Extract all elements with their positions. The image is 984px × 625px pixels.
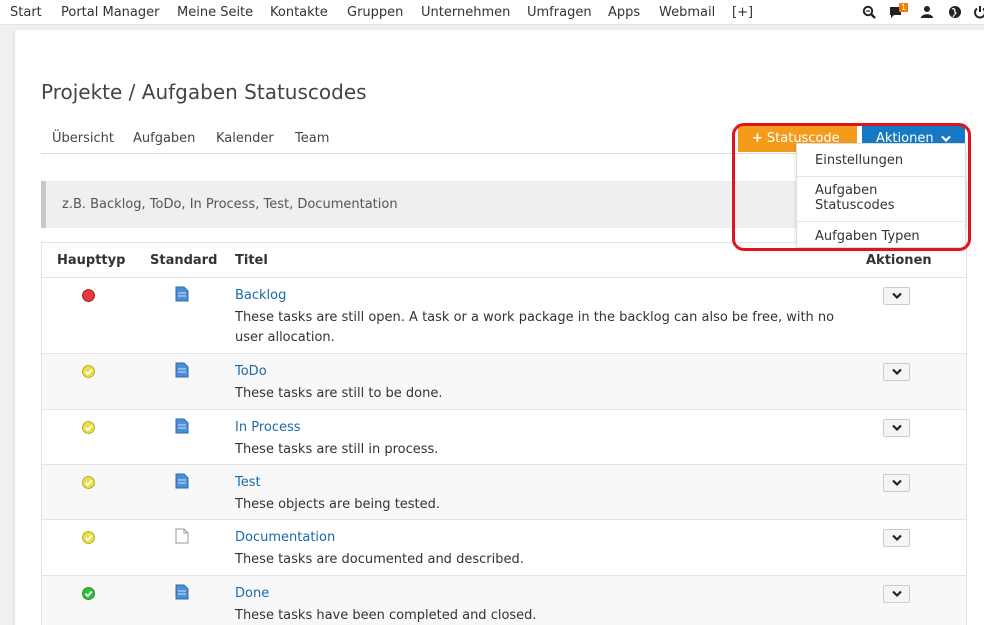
tab-aufgaben[interactable]: Aufgaben [133, 131, 195, 146]
row-actions-button[interactable] [883, 474, 910, 492]
status-title-link[interactable]: Documentation [235, 530, 335, 545]
row-actions-button[interactable] [883, 419, 910, 437]
tab-team[interactable]: Team [295, 131, 329, 146]
table-row: ToDo These tasks are still to be done. [42, 353, 966, 409]
tab-uebersicht[interactable]: Übersicht [52, 131, 114, 146]
status-title-link[interactable]: In Process [235, 420, 301, 435]
nav-portal-manager[interactable]: Portal Manager [61, 5, 159, 20]
nav-gruppen[interactable]: Gruppen [347, 5, 403, 20]
header-haupttyp: Haupttyp [57, 253, 126, 268]
chevron-down-icon [892, 590, 902, 598]
status-title-link[interactable]: Backlog [235, 288, 286, 303]
row-actions-button[interactable] [883, 529, 910, 547]
chevron-down-icon [892, 424, 902, 432]
table-row: Backlog These tasks are still open. A tas… [42, 277, 966, 353]
row-actions-button[interactable] [883, 287, 910, 305]
status-yellow-icon [82, 421, 95, 434]
table-row: In Process These tasks are still in proce… [42, 409, 966, 464]
nav-apps[interactable]: Apps [608, 5, 640, 20]
status-yellow-icon [82, 365, 95, 378]
status-description: These tasks are still open. A task or a … [235, 310, 835, 345]
status-yellow-icon [82, 531, 95, 544]
status-title-link[interactable]: ToDo [235, 364, 267, 379]
standard-document-icon[interactable] [175, 418, 189, 434]
header-titel: Titel [235, 253, 268, 268]
statuscode-table: Haupttyp Standard Titel Aktionen Backlog… [41, 242, 967, 625]
chevron-down-icon [892, 534, 902, 542]
chevron-down-icon [892, 479, 902, 487]
standard-document-icon[interactable] [175, 362, 189, 378]
nav-meine-seite[interactable]: Meine Seite [177, 5, 253, 20]
status-yellow-icon [82, 476, 95, 489]
row-actions-button[interactable] [883, 363, 910, 381]
globe-icon[interactable] [948, 5, 962, 19]
standard-document-icon[interactable] [175, 286, 189, 302]
user-icon[interactable] [920, 5, 934, 19]
standard-document-icon[interactable] [175, 584, 189, 600]
hint-text: z.B. Backlog, ToDo, In Process, Test, Do… [62, 197, 398, 212]
nav-add[interactable]: [+] [732, 5, 753, 20]
tab-kalender[interactable]: Kalender [216, 131, 274, 146]
nav-start[interactable]: Start [10, 5, 42, 20]
nav-unternehmen[interactable]: Unternehmen [421, 5, 510, 20]
status-description: These tasks are still in process. [235, 442, 439, 457]
status-title-link[interactable]: Test [235, 475, 261, 490]
status-title-link[interactable]: Done [235, 586, 269, 601]
table-row: Done These tasks have been completed and … [42, 575, 966, 625]
status-red-icon [82, 289, 95, 302]
blank-document-icon[interactable] [175, 528, 189, 544]
zoom-icon[interactable] [862, 5, 876, 19]
status-description: These tasks are documented and described… [235, 552, 524, 567]
status-description: These objects are being tested. [235, 497, 441, 512]
nav-webmail[interactable]: Webmail [659, 5, 715, 20]
nav-kontakte[interactable]: Kontakte [270, 5, 328, 20]
table-row: Documentation These tasks are documented … [42, 519, 966, 575]
status-description: These tasks have been completed and clos… [235, 608, 537, 623]
table-row: Test These objects are being tested. [42, 464, 966, 519]
notification-badge: 1 [899, 3, 909, 12]
chevron-down-icon [892, 292, 902, 300]
chevron-down-icon [892, 368, 902, 376]
row-actions-button[interactable] [883, 585, 910, 603]
standard-document-icon[interactable] [175, 473, 189, 489]
page-title: Projekte / Aufgaben Statuscodes [41, 80, 367, 104]
power-icon[interactable] [973, 5, 984, 19]
nav-umfragen[interactable]: Umfragen [527, 5, 592, 20]
status-description: These tasks are still to be done. [235, 386, 443, 401]
top-navigation: Start Portal Manager Meine Seite Kontakt… [0, 0, 984, 25]
highlight-annotation [732, 123, 971, 251]
status-green-icon [82, 587, 95, 600]
header-aktionen: Aktionen [866, 253, 932, 268]
header-standard: Standard [150, 253, 218, 268]
